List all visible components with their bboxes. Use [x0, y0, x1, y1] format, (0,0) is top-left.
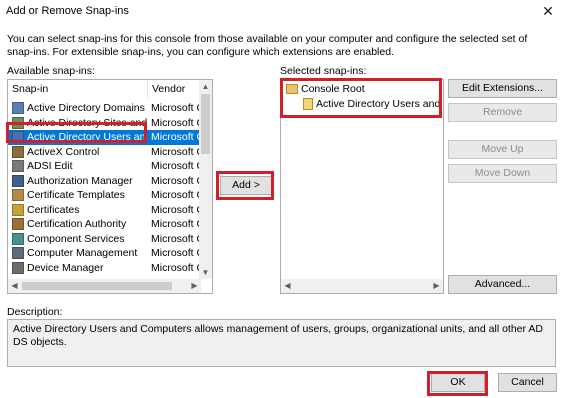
certificates-icon [12, 203, 24, 216]
snapin-row[interactable]: ActiveX Control Microsoft Co [8, 145, 201, 160]
horizontal-scrollbar[interactable]: ◀ ▶ [8, 279, 201, 293]
selected-snapins-label: Selected snap-ins: [280, 65, 367, 77]
snapin-row[interactable]: Certificates Microsoft Co [8, 203, 201, 218]
snapin-vendor: Microsoft Co [151, 232, 201, 245]
snapin-name: Computer Management [27, 247, 138, 259]
available-rows: Active Directory Domains ... Microsoft Co… [8, 101, 201, 275]
snapin-vendor: Microsoft Co [151, 174, 201, 187]
intro-text: You can select snap-ins for this console… [7, 33, 528, 58]
snapin-vendor: Microsoft Co [151, 189, 201, 201]
snapin-vendor: Microsoft Co [151, 261, 201, 274]
snapin-name: Certificates [27, 203, 80, 216]
selected-scroll-left-icon[interactable]: ◀ [281, 279, 294, 292]
snapin-row[interactable]: Computer Management Microsoft Co [8, 246, 201, 261]
scroll-down-icon[interactable]: ▼ [199, 266, 212, 279]
ad-users-snapin-icon [303, 98, 313, 110]
scroll-up-icon[interactable]: ▲ [199, 80, 212, 93]
snapin-name: Device Manager [27, 261, 104, 274]
available-snapins-label: Available snap-ins: [7, 65, 95, 77]
snapin-vendor: Microsoft Co [151, 218, 201, 230]
selected-scroll-right-icon[interactable]: ▶ [430, 279, 443, 292]
description-label: Description: [7, 306, 63, 318]
snapin-name: Certificate Templates [27, 189, 125, 201]
snapin-name: Component Services [27, 232, 125, 245]
snapin-vendor: Microsoft Co [151, 145, 201, 158]
snapin-name: Active Directory Users an... [27, 131, 147, 143]
window-title: Add or Remove Snap-ins [6, 5, 129, 17]
snapin-vendor: Microsoft Co [151, 160, 201, 172]
ad-users-icon [12, 131, 24, 143]
vertical-scroll-thumb[interactable] [201, 94, 210, 154]
snapin-row[interactable]: Active Directory Users an... Microsoft Co [8, 130, 201, 145]
vertical-scrollbar[interactable]: ▲ ▼ [199, 80, 212, 279]
snapin-vendor: Microsoft Co [151, 116, 201, 129]
add-button[interactable]: Add > [220, 176, 272, 195]
certification-authority-icon [12, 218, 24, 230]
snapin-vendor: Microsoft Co [151, 131, 201, 143]
snapin-name: ActiveX Control [27, 145, 100, 158]
activex-icon [12, 145, 24, 158]
snapin-row[interactable]: Certificate Templates Microsoft Co [8, 188, 201, 203]
certificate-templates-icon [12, 189, 24, 201]
snapin-row[interactable]: Certification Authority Microsoft Co [8, 217, 201, 232]
snapin-row[interactable]: Authorization Manager Microsoft Co [8, 174, 201, 189]
cancel-button[interactable]: Cancel [498, 373, 557, 392]
snapin-name: Certification Authority [27, 218, 127, 230]
selected-horizontal-scrollbar[interactable]: ◀ ▶ [281, 279, 443, 293]
computer-management-icon [12, 247, 24, 259]
close-button[interactable]: ✕ [537, 2, 559, 20]
snapin-row[interactable]: Active Directory Sites and... Microsoft C… [8, 116, 201, 131]
snapin-row[interactable]: ADSI Edit Microsoft Co [8, 159, 201, 174]
selected-snapins-tree[interactable]: Console Root Active Directory Users and … [280, 79, 444, 294]
advanced-button[interactable]: Advanced... [448, 275, 557, 294]
tree-item-console-root[interactable]: Console Root [301, 82, 365, 96]
ad-sites-icon [12, 116, 24, 129]
tree-item-ad-users[interactable]: Active Directory Users and Com [316, 97, 443, 111]
move-down-button[interactable]: Move Down [448, 164, 557, 183]
horizontal-scroll-thumb[interactable] [22, 282, 172, 290]
snapin-name: ADSI Edit [27, 160, 73, 172]
scroll-right-icon[interactable]: ▶ [188, 279, 201, 292]
authorization-icon [12, 174, 24, 187]
column-header-vendor[interactable]: Vendor [148, 80, 201, 99]
move-up-button[interactable]: Move Up [448, 140, 557, 159]
ok-button[interactable]: OK [431, 373, 485, 392]
ad-domains-icon [12, 102, 24, 114]
scroll-left-icon[interactable]: ◀ [8, 279, 21, 292]
snapin-row[interactable]: Component Services Microsoft Co [8, 232, 201, 247]
snapin-name: Active Directory Domains ... [27, 102, 147, 114]
component-services-icon [12, 232, 24, 245]
add-remove-snapins-dialog: Add or Remove Snap-ins ✕ You can select … [0, 0, 563, 398]
available-snapins-list[interactable]: Snap-in Vendor Active Directory Domains … [7, 79, 213, 294]
description-box: Active Directory Users and Computers all… [7, 319, 556, 367]
title-bar: Add or Remove Snap-ins ✕ [0, 0, 563, 22]
adsi-edit-icon [12, 160, 24, 172]
snapin-vendor: Microsoft Co [151, 247, 201, 259]
snapin-name: Authorization Manager [27, 174, 133, 187]
remove-button[interactable]: Remove [448, 103, 557, 122]
edit-extensions-button[interactable]: Edit Extensions... [448, 79, 557, 98]
console-root-folder-icon [286, 84, 298, 94]
snapin-row[interactable]: Active Directory Domains ... Microsoft Co [8, 101, 201, 116]
snapin-vendor: Microsoft Co [151, 102, 201, 114]
snapin-row[interactable]: Device Manager Microsoft Co [8, 261, 201, 276]
device-manager-icon [12, 261, 24, 274]
snapin-name: Active Directory Sites and... [27, 116, 147, 129]
column-header-snapin[interactable]: Snap-in [8, 80, 148, 99]
snapin-vendor: Microsoft Co [151, 203, 201, 216]
